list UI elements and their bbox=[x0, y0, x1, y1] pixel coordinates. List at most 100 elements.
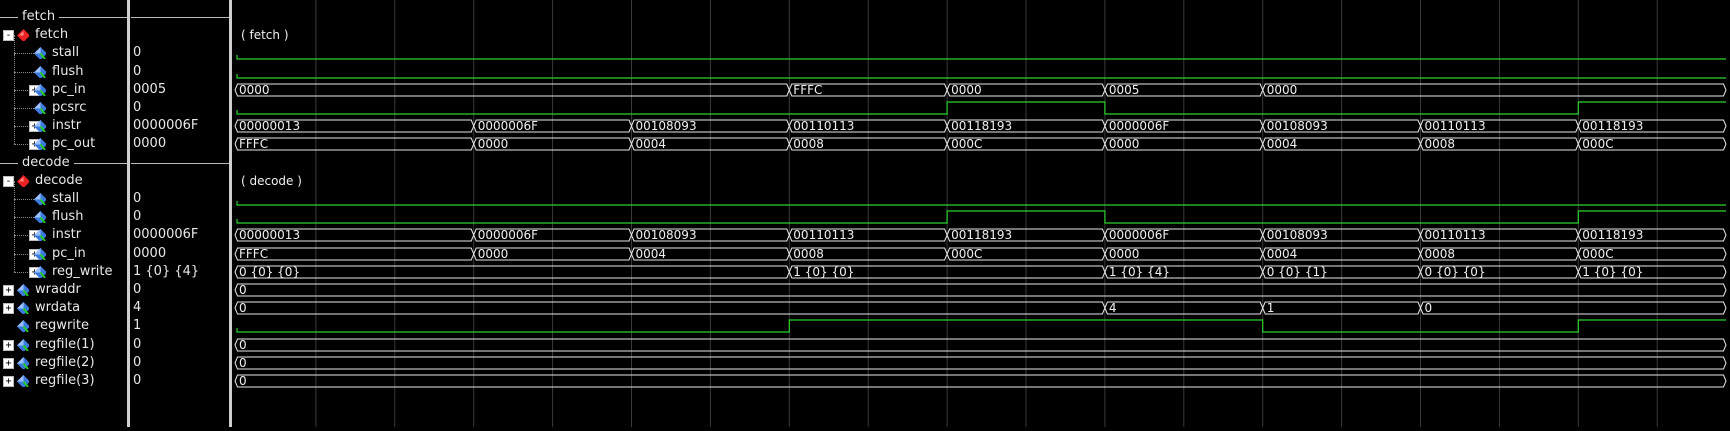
signal-row-regfile3[interactable]: + regfile(3) bbox=[0, 372, 127, 390]
signal-value: 0 bbox=[133, 373, 142, 388]
signal-value: 4 bbox=[133, 300, 142, 315]
signal-diamond-icon bbox=[17, 339, 29, 351]
bus-value-label: 0 bbox=[239, 356, 247, 370]
expand-toggle[interactable]: + bbox=[3, 358, 14, 369]
bus-value-label: 0000 bbox=[1109, 247, 1140, 261]
bus-value-label: 0000006F bbox=[478, 228, 538, 242]
bus-value-label: 000C bbox=[951, 137, 982, 151]
bit-waveform-flush[interactable] bbox=[236, 210, 1726, 224]
signal-name: decode bbox=[35, 173, 83, 188]
bus-segment[interactable] bbox=[1262, 83, 1727, 97]
bus-value-label: 0000 bbox=[478, 137, 509, 151]
bus-value-label: 0000006F bbox=[1109, 228, 1169, 242]
group-divider-label: decode bbox=[18, 154, 74, 172]
names-values-splitter[interactable] bbox=[127, 0, 130, 427]
bus-segment[interactable] bbox=[234, 83, 790, 97]
signal-row-instr[interactable]: + instr bbox=[0, 108, 127, 135]
signal-row-regfile1[interactable]: + regfile(1) bbox=[0, 336, 127, 354]
bit-waveform-flush[interactable] bbox=[236, 74, 1726, 79]
bus-value-label: 0 bbox=[239, 338, 247, 352]
signal-row-stall[interactable]: stall bbox=[0, 181, 127, 208]
signal-name: regfile(2) bbox=[35, 355, 95, 370]
bus-value-label: 00118193 bbox=[951, 228, 1012, 242]
bus-value-label: 1 bbox=[1267, 301, 1275, 315]
signal-name: reg_write bbox=[52, 264, 113, 279]
tree-connector bbox=[14, 181, 15, 199]
waveform-canvas[interactable]: ( fetch )0000 FFFC 0000 0005 000000000013 000… bbox=[233, 0, 1730, 427]
bus-segment[interactable] bbox=[234, 283, 1727, 297]
signal-row-flush[interactable]: flush bbox=[0, 54, 127, 81]
signal-row-fetch[interactable]: - fetch bbox=[0, 26, 127, 44]
bus-segment[interactable] bbox=[1419, 301, 1727, 315]
signal-row-regwrite[interactable]: + reg_write bbox=[0, 254, 127, 281]
signal-value: 0000006F bbox=[133, 118, 199, 133]
bus-value-label: 00110113 bbox=[793, 119, 854, 133]
bit-waveform-regwrite[interactable] bbox=[236, 319, 1726, 333]
expand-toggle[interactable]: + bbox=[3, 303, 14, 314]
signal-diamond-icon bbox=[34, 84, 46, 96]
bus-value-label: FFFC bbox=[239, 137, 268, 151]
bit-waveform-pcsrc[interactable] bbox=[236, 101, 1726, 115]
bus-segment[interactable] bbox=[234, 356, 1727, 370]
group-wave-label: ( fetch ) bbox=[241, 28, 289, 42]
signal-row-flush[interactable]: flush bbox=[0, 199, 127, 226]
signal-value-row: 4 bbox=[131, 299, 229, 317]
bus-value-label: 00108093 bbox=[636, 119, 697, 133]
bit-waveform-stall[interactable] bbox=[236, 55, 1726, 60]
signal-row-regwrite[interactable]: regwrite bbox=[0, 317, 127, 335]
bus-value-label: 0 {0} {0} bbox=[239, 265, 300, 279]
bus-value-label: 0000006F bbox=[1109, 119, 1169, 133]
signal-row-pcout[interactable]: + pc_out bbox=[0, 126, 127, 153]
signal-value-row: 0 bbox=[131, 372, 229, 390]
signal-names-pane[interactable]: fetch - fetch stall flush + pc_in pcsrc + instr + p… bbox=[0, 0, 127, 427]
signal-name: wraddr bbox=[35, 282, 81, 297]
signal-row-decode[interactable]: - decode bbox=[0, 172, 127, 190]
signal-row-wrdata[interactable]: + wrdata bbox=[0, 299, 127, 317]
signal-value-row: 0000 bbox=[131, 135, 229, 153]
bus-value-label: 0008 bbox=[1425, 137, 1456, 151]
signal-value-row: 0000 bbox=[131, 245, 229, 263]
signal-row-regfile2[interactable]: + regfile(2) bbox=[0, 354, 127, 372]
collapse-toggle[interactable]: - bbox=[3, 176, 14, 187]
collapse-toggle[interactable]: - bbox=[3, 30, 14, 41]
signal-value: 0 bbox=[133, 45, 142, 60]
bus-segment[interactable] bbox=[234, 247, 475, 261]
group-divider-label: fetch bbox=[18, 8, 60, 26]
bus-segment[interactable] bbox=[234, 137, 475, 151]
bus-segment[interactable] bbox=[234, 265, 790, 279]
signal-name: flush bbox=[52, 64, 84, 79]
bus-value-label: 1 {0} {0} bbox=[793, 265, 854, 279]
signal-row-stall[interactable]: stall bbox=[0, 35, 127, 62]
waveform-pane[interactable]: ( fetch ) 0000 FFFC 0000 0005 0000 00000013 000… bbox=[233, 0, 1730, 427]
signal-diamond-icon bbox=[17, 320, 29, 332]
signal-row-pcin[interactable]: + pc_in bbox=[0, 236, 127, 263]
signal-name: instr bbox=[52, 227, 82, 242]
bus-value-label: 00000013 bbox=[239, 228, 300, 242]
signal-value-row: 0 bbox=[131, 336, 229, 354]
tree-connector bbox=[14, 126, 15, 144]
tree-connector bbox=[14, 35, 15, 53]
bus-segment[interactable] bbox=[234, 338, 1727, 352]
bus-segment[interactable] bbox=[234, 301, 1106, 315]
expand-toggle[interactable]: + bbox=[3, 340, 14, 351]
signal-row-pcin[interactable]: + pc_in bbox=[0, 72, 127, 99]
signal-diamond-icon bbox=[34, 211, 46, 223]
signal-value: 0 bbox=[133, 282, 142, 297]
signal-name: instr bbox=[52, 118, 82, 133]
values-wave-splitter[interactable] bbox=[229, 0, 232, 427]
bit-waveform-stall[interactable] bbox=[236, 201, 1726, 206]
expand-toggle[interactable]: + bbox=[3, 285, 14, 296]
signal-name: fetch bbox=[35, 27, 69, 42]
bus-value-label: 0 bbox=[1425, 301, 1433, 315]
bus-value-label: 0008 bbox=[1425, 247, 1456, 261]
bus-segment[interactable] bbox=[234, 374, 1727, 388]
signal-name: regwrite bbox=[35, 318, 89, 333]
signal-name: stall bbox=[52, 45, 80, 60]
bus-value-label: 0000 bbox=[239, 83, 270, 97]
signal-row-instr[interactable]: + instr bbox=[0, 217, 127, 244]
bus-value-label: 0 bbox=[239, 301, 247, 315]
expand-toggle[interactable]: + bbox=[3, 376, 14, 387]
signal-row-pcsrc[interactable]: pcsrc bbox=[0, 90, 127, 117]
bus-value-label: 0 bbox=[239, 374, 247, 388]
signal-row-wraddr[interactable]: + wraddr bbox=[0, 281, 127, 299]
